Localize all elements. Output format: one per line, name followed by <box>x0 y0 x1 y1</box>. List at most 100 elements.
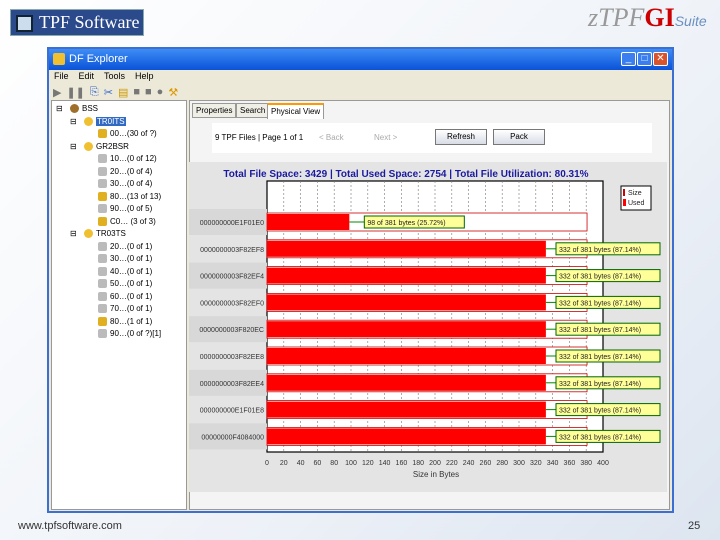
tree-item[interactable]: 00…(30 of ?) <box>98 128 157 139</box>
key-icon <box>98 279 107 289</box>
key-icon <box>98 204 107 214</box>
x-tick-label: 80 <box>330 460 338 467</box>
window-title: DF Explorer <box>69 53 128 65</box>
stop-icon[interactable]: ● <box>157 86 164 98</box>
data-label: 98 of 381 bytes (25.72%) <box>367 220 445 227</box>
expand-toggle[interactable]: ⊟ <box>70 141 77 152</box>
paste-icon[interactable]: ▤ <box>118 86 128 99</box>
expand-toggle[interactable]: ⊟ <box>70 228 77 239</box>
suite-logo-gi: GI <box>644 3 675 32</box>
close-button[interactable]: ✕ <box>653 52 668 66</box>
tree-item[interactable]: BSS <box>70 103 98 114</box>
copy-icon[interactable]: ⎘ <box>90 86 99 99</box>
data-label: 332 of 381 bytes (87.14%) <box>559 300 641 307</box>
data-label: 332 of 381 bytes (87.14%) <box>559 274 641 281</box>
tree-item-label: 90…(0 of 5) <box>110 204 153 213</box>
tree-item[interactable]: 60…(0 of 1) <box>98 291 152 302</box>
file-tree[interactable]: BSS ⊟ TR0ITS ⊟ 00…(30 of ?) GR2BSR ⊟ 10…(0 of 1… <box>51 100 187 510</box>
menu-file[interactable]: File <box>54 70 69 83</box>
used-bar <box>267 214 350 230</box>
back-button[interactable]: < Back <box>319 133 344 143</box>
suite-logo-suite: Suite <box>674 13 707 29</box>
tree-item[interactable]: 80…(13 of 13) <box>98 191 161 202</box>
tab-search[interactable]: Search <box>236 103 270 118</box>
key-icon <box>98 329 107 339</box>
tree-item[interactable]: 80…(1 of 1) <box>98 316 152 327</box>
x-tick-label: 120 <box>362 460 374 467</box>
new-icon[interactable]: ■ <box>133 86 140 98</box>
tree-item-label: BSS <box>82 104 99 113</box>
delete-icon[interactable]: ■ <box>145 86 152 98</box>
tree-item[interactable]: 30…(0 of 1) <box>98 253 152 264</box>
tab-physical-view[interactable]: Physical View <box>267 103 325 119</box>
x-tick-label: 320 <box>530 460 542 467</box>
tree-item[interactable]: TR03TS <box>84 228 126 239</box>
expand-toggle[interactable]: ⊟ <box>56 103 63 114</box>
navigation-bar: 9 TPF Files | Page 1 of 1 < Back Next > … <box>212 123 652 153</box>
logo-mark-icon <box>16 15 33 32</box>
menu-edit[interactable]: Edit <box>79 70 95 83</box>
x-tick-label: 0 <box>265 460 269 467</box>
tree-item-label: TR03TS <box>96 229 126 238</box>
x-tick-label: 60 <box>314 460 322 467</box>
tree-item[interactable]: C0… (3 of 3) <box>98 216 156 227</box>
tree-item[interactable]: 50…(0 of 1) <box>98 278 152 289</box>
tree-item-label: 60…(0 of 1) <box>110 291 153 301</box>
data-label: 332 of 381 bytes (87.14%) <box>559 408 641 415</box>
x-tick-label: 200 <box>429 460 441 467</box>
x-tick-label: 400 <box>597 460 609 467</box>
key-icon <box>98 154 107 164</box>
x-tick-label: 20 <box>280 460 288 467</box>
x-tick-label: 380 <box>580 460 592 467</box>
tree-item[interactable]: 90…(0 of ?)[1] <box>98 328 161 339</box>
pack-button[interactable]: Pack <box>493 129 545 145</box>
menu-bar: File Edit Tools Help <box>49 70 154 83</box>
tree-item[interactable]: TR0ITS <box>84 116 126 127</box>
used-bar <box>267 294 546 311</box>
tree-item-label: TR0ITS <box>96 116 126 126</box>
ztpfgi-suite-logo: zTPFGISuite <box>588 3 707 33</box>
tree-item[interactable]: 30…(0 of 4) <box>98 178 152 189</box>
tree-item-label: 70…(0 of 1) <box>110 304 153 313</box>
data-label: 332 of 381 bytes (87.14%) <box>559 354 641 361</box>
tree-item[interactable]: 40…(0 of 1) <box>98 266 152 277</box>
key-icon <box>98 129 107 139</box>
cut-icon[interactable]: ✂ <box>104 86 113 99</box>
tab-properties[interactable]: Properties <box>192 103 237 118</box>
used-bar <box>267 428 546 445</box>
wrench-icon[interactable]: ⚒ <box>168 86 178 99</box>
tree-item-label: GR2BSR <box>96 141 129 151</box>
tree-item-label: 00…(30 of ?) <box>110 129 157 138</box>
menu-help[interactable]: Help <box>135 70 154 83</box>
legend-swatch-size <box>623 189 625 196</box>
maximize-button[interactable]: □ <box>637 52 652 66</box>
physical-view-chart: Total File Space: 3429 | Total Used Spac… <box>189 162 667 492</box>
tree-item[interactable]: 20…(0 of 1) <box>98 241 152 252</box>
minimize-button[interactable]: _ <box>621 52 636 66</box>
tree-item[interactable]: 90…(0 of 5) <box>98 203 152 214</box>
refresh-button[interactable]: Refresh <box>435 129 487 145</box>
tree-item-label: 20…(0 of 4) <box>110 166 153 176</box>
file-icon <box>84 116 93 126</box>
category-label: 00000000F4084000 <box>201 434 264 441</box>
menu-tools[interactable]: Tools <box>104 70 125 83</box>
category-label: 0000000003F820EC <box>199 327 264 334</box>
used-bar <box>267 374 546 391</box>
pause-icon[interactable]: ❚❚ <box>66 86 84 99</box>
tree-item[interactable]: 70…(0 of 1) <box>98 303 152 314</box>
tree-item[interactable]: 20…(0 of 4) <box>98 166 152 177</box>
key-icon <box>98 304 107 314</box>
key-icon <box>98 191 107 201</box>
play-icon[interactable]: ▶ <box>53 86 61 99</box>
x-tick-label: 220 <box>446 460 458 467</box>
title-bar[interactable]: DF Explorer <box>49 49 672 70</box>
next-button[interactable]: Next > <box>374 133 397 143</box>
tree-item[interactable]: GR2BSR <box>84 141 129 152</box>
x-tick-label: 360 <box>564 460 576 467</box>
tree-item[interactable]: 10…(0 of 12) <box>98 153 157 164</box>
expand-toggle[interactable]: ⊟ <box>70 116 77 127</box>
tree-item-label: 50…(0 of 1) <box>110 279 153 288</box>
tree-item-label: 90…(0 of ?)[1] <box>110 329 162 338</box>
page-number: 25 <box>688 520 701 532</box>
file-icon <box>84 229 93 239</box>
